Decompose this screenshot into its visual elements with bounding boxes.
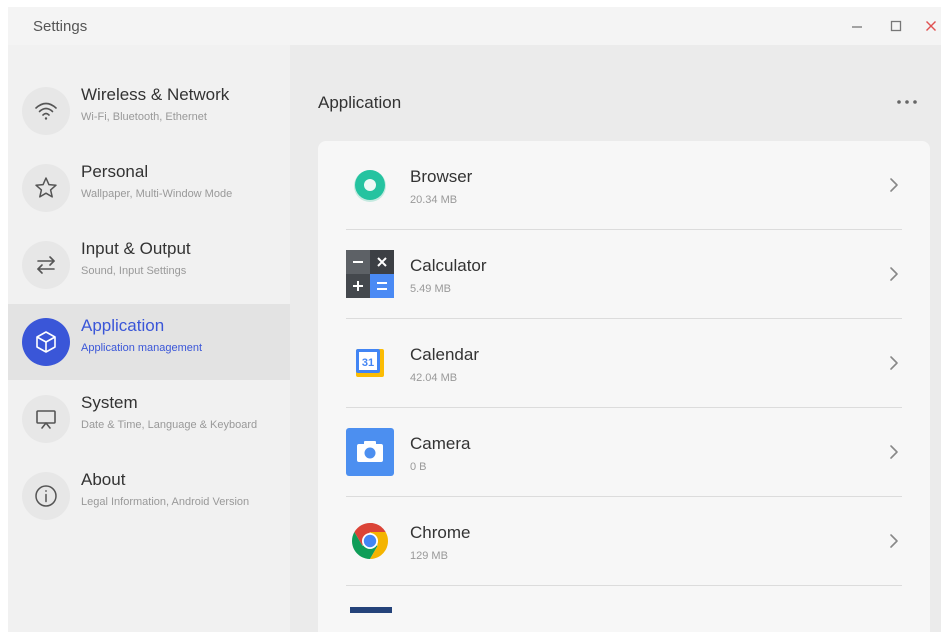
next-app-icon-partial (350, 607, 392, 613)
sidebar-item-title: About (81, 470, 126, 489)
app-name: Calendar (410, 345, 479, 364)
main-panel: Application Browser 20.34 MB Calculator … (290, 45, 941, 632)
sidebar-item-about[interactable]: About Legal Information, Android Version (8, 458, 290, 534)
sidebar-item-system[interactable]: System Date & Time, Language & Keyboard (8, 381, 290, 457)
chevron-right-icon (890, 356, 898, 370)
chevron-right-icon (890, 534, 898, 548)
cube-icon (22, 318, 70, 366)
divider (346, 585, 902, 586)
app-row-camera[interactable]: Camera 0 B (318, 408, 930, 497)
wifi-icon (22, 87, 70, 135)
sidebar-item-subtitle: Legal Information, Android Version (81, 496, 250, 508)
app-row-browser[interactable]: Browser 20.34 MB (318, 141, 930, 230)
sidebar-item-title: System (81, 393, 138, 412)
sidebar-item-input-output[interactable]: Input & Output Sound, Input Settings (8, 227, 290, 303)
app-name: Camera (410, 434, 471, 453)
sidebar-item-subtitle: Wallpaper, Multi-Window Mode (81, 188, 233, 200)
sidebar-item-subtitle: Application management (81, 342, 203, 354)
sidebar-item-wireless-network[interactable]: Wireless & Network Wi-Fi, Bluetooth, Eth… (8, 73, 290, 149)
monitor-icon (22, 395, 70, 443)
calendar-icon-day: 31 (362, 357, 374, 369)
more-options-button[interactable] (890, 89, 924, 115)
window-title: Settings (33, 18, 88, 35)
calendar-icon: 31 (346, 339, 394, 387)
chrome-icon (346, 517, 394, 565)
app-size: 0 B (410, 461, 427, 473)
app-row-calculator[interactable]: Calculator 5.49 MB (318, 230, 930, 319)
close-button[interactable] (920, 15, 941, 37)
sidebar-item-title: Application (81, 316, 165, 335)
page-title: Application (318, 93, 402, 112)
browser-icon (346, 161, 394, 209)
sidebar-item-title: Wireless & Network (81, 85, 230, 104)
sidebar-item-application[interactable]: Application Application management (8, 304, 290, 380)
app-size: 129 MB (410, 550, 448, 562)
chevron-right-icon (890, 445, 898, 459)
minimize-button[interactable] (846, 15, 868, 37)
title-bar: Settings (8, 7, 941, 45)
app-name: Chrome (410, 523, 471, 542)
app-row-calendar[interactable]: 31 Calendar 42.04 MB (318, 319, 930, 408)
swap-arrows-icon (22, 241, 70, 289)
app-size: 42.04 MB (410, 372, 458, 384)
sidebar-item-subtitle: Date & Time, Language & Keyboard (81, 419, 258, 431)
sidebar-item-title: Input & Output (81, 239, 191, 258)
app-row-chrome[interactable]: Chrome 129 MB (318, 497, 930, 586)
close-icon (926, 21, 936, 31)
app-size: 5.49 MB (410, 283, 451, 295)
app-name: Browser (410, 167, 473, 186)
sidebar-item-personal[interactable]: Personal Wallpaper, Multi-Window Mode (8, 150, 290, 226)
minimize-icon (852, 26, 862, 28)
info-icon (22, 472, 70, 520)
settings-window: Settings Wireless & Network Wi-Fi, Bluet… (8, 7, 941, 632)
calculator-icon (346, 250, 394, 298)
camera-icon (346, 428, 394, 476)
app-size: 20.34 MB (410, 194, 458, 206)
sidebar: Wireless & Network Wi-Fi, Bluetooth, Eth… (8, 45, 290, 632)
maximize-button[interactable] (885, 15, 907, 37)
app-name: Calculator (410, 256, 487, 275)
more-icon (897, 100, 917, 104)
sidebar-item-title: Personal (81, 162, 149, 181)
sidebar-item-subtitle: Wi-Fi, Bluetooth, Ethernet (81, 111, 207, 123)
chevron-right-icon (890, 178, 898, 192)
star-icon (22, 164, 70, 212)
sidebar-item-subtitle: Sound, Input Settings (81, 265, 187, 277)
app-list: Browser 20.34 MB Calculator 5.49 MB 31 C… (318, 141, 930, 632)
chevron-right-icon (890, 267, 898, 281)
maximize-icon (890, 20, 902, 32)
